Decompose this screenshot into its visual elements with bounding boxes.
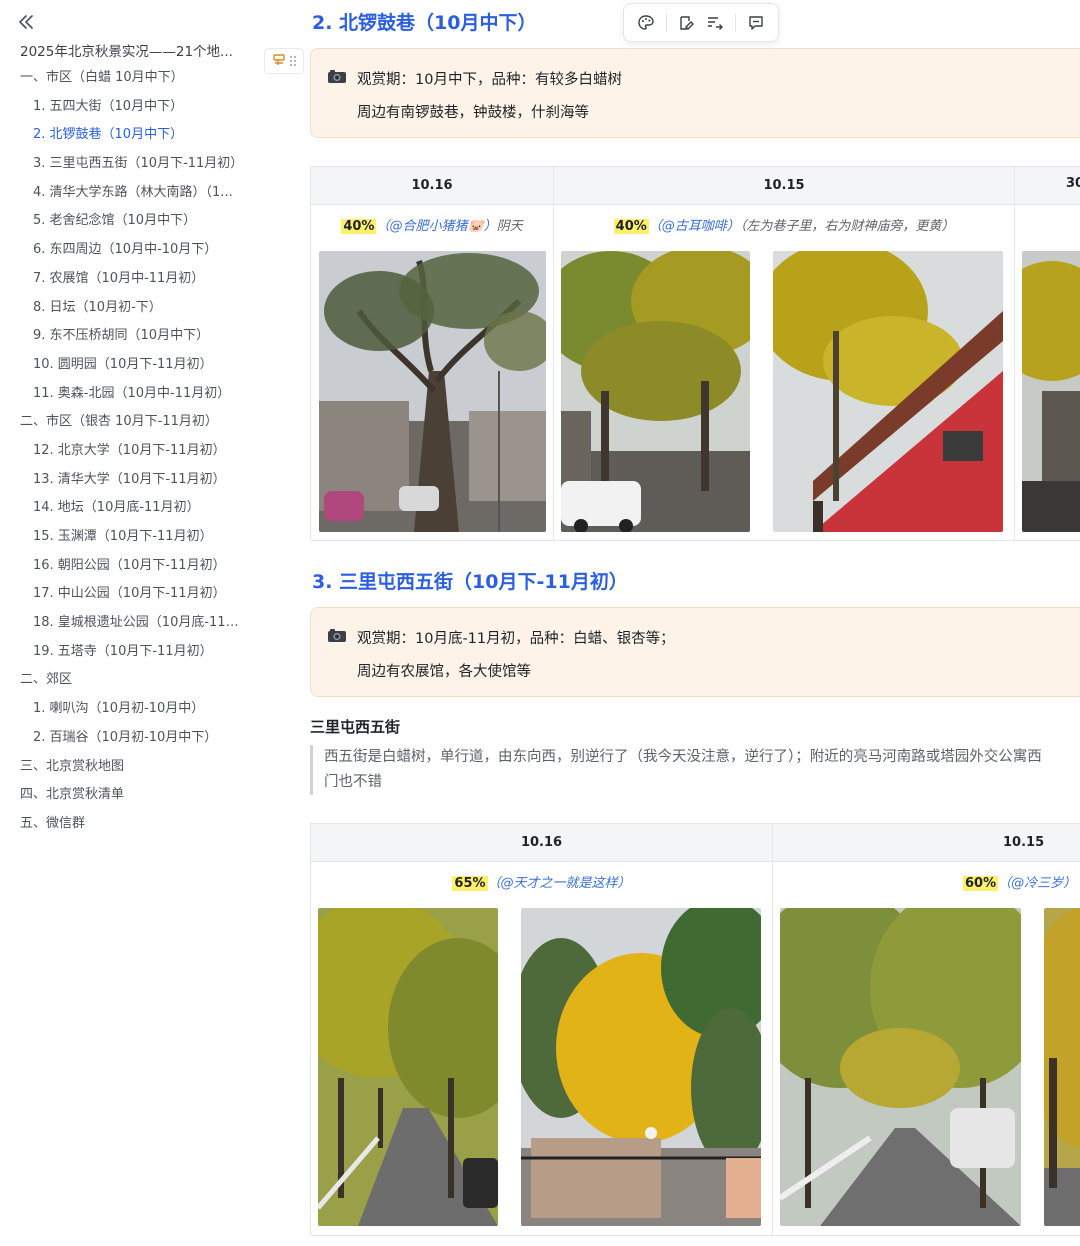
toc-item[interactable]: 18. 皇城根遗址公园（10月底-11月... [0, 609, 248, 638]
callout-line: 周边有农展馆，各大使馆等 [357, 664, 531, 680]
subheading: 三里屯西五街 [310, 718, 401, 736]
section-heading-2: 2. 北锣鼓巷（10月中下） [312, 12, 537, 34]
floating-toolbar [623, 3, 779, 42]
toc-item[interactable]: 9. 东不压桥胡同（10月中下） [0, 322, 248, 351]
photo-avenue-trees[interactable] [780, 908, 1021, 1226]
percentage-badge: 65% [452, 876, 488, 891]
percentage-badge: 60% [963, 876, 999, 891]
toc-item[interactable]: 2. 北锣鼓巷（10月中下） [0, 121, 248, 150]
text-format-icon[interactable] [701, 8, 729, 38]
palette-icon[interactable] [632, 8, 660, 38]
callout-line: 观赏期：10月底-11月初，品种：白蜡、银杏等； [357, 631, 675, 647]
callout-line: 观赏期：10月中下，品种：有较多白蜡树 [357, 72, 622, 88]
block-type-icon[interactable] [272, 52, 286, 71]
toc-item[interactable]: 4. 清华大学东路（林大南路）（1... [0, 179, 248, 208]
toc-item[interactable]: 四、北京赏秋清单 [0, 781, 245, 810]
toc-item[interactable]: 二、市区（银杏 10月下-11月初） [0, 408, 245, 437]
percentage-badge: 40% [341, 219, 377, 234]
toc-item[interactable]: 19. 五塔寺（10月下-11月初） [0, 638, 248, 667]
comment-icon[interactable] [742, 8, 770, 38]
table-cell: 60% （@冷三岁） [773, 862, 1080, 1236]
document-body: 2. 北锣鼓巷（10月中下） 观赏期：10月中下，品种：有较多白蜡树 周边有南锣… [310, 0, 1080, 1246]
outline-sidebar: 2025年北京秋景实况——21个地... 一、市区（白蜡 10月中下） 1. 五四… [0, 0, 262, 1246]
photo-caption: 40% （@古耳咖啡）（左为巷子里，右为财神庙旁，更黄） [554, 215, 1014, 234]
author-link[interactable]: （@古耳咖啡） [649, 219, 740, 234]
author-link[interactable]: （@合肥小猪猪🐷） [376, 219, 496, 234]
photo-partial[interactable] [1044, 908, 1080, 1226]
drag-handle-icon[interactable] [289, 52, 297, 71]
camera-icon [327, 628, 349, 644]
table-of-contents: 一、市区（白蜡 10月中下） 1. 五四大街（10月中下） 2. 北锣鼓巷（10月中… [0, 64, 262, 839]
table-cell [1015, 205, 1080, 541]
photo-tree-lined-road[interactable] [318, 908, 498, 1226]
table-header-partial: 30 [1066, 176, 1080, 191]
document-title[interactable]: 2025年北京秋景实况——21个地... [20, 40, 245, 60]
toc-item[interactable]: 12. 北京大学（10月下-11月初） [0, 437, 248, 466]
toc-item[interactable]: 10. 圆明园（10月下-11月初） [0, 351, 248, 380]
photo-partial[interactable] [1022, 251, 1080, 532]
toc-item[interactable]: 五、微信群 [0, 810, 245, 839]
toc-item[interactable]: 15. 玉渊潭（10月下-11月初） [0, 523, 248, 552]
toolbar-divider [666, 13, 667, 32]
photo-embassy-ginkgo[interactable] [521, 908, 761, 1226]
toc-item[interactable]: 三、北京赏秋地图 [0, 753, 245, 782]
photo-caption: 60% （@冷三岁） [773, 872, 1080, 891]
toc-item[interactable]: 5. 老舍纪念馆（10月中下） [0, 207, 248, 236]
photo-table: 10.16 10.15 40% （@合肥小猪猪🐷）阴天 40% （@古耳咖啡）（… [310, 166, 1080, 541]
toc-item[interactable]: 16. 朝阳公园（10月下-11月初） [0, 552, 248, 581]
toc-item[interactable]: 14. 地坛（10月底-11月初） [0, 494, 248, 523]
percentage-badge: 40% [613, 219, 649, 234]
quote-line: 门也不错 [324, 774, 382, 790]
toc-item[interactable]: 11. 奥森-北园（10月中-11月初） [0, 380, 248, 409]
toc-item[interactable]: 7. 农展馆（10月中-11月初） [0, 265, 248, 294]
edit-style-icon[interactable] [673, 8, 701, 38]
table-header-cell: 10.16 [311, 824, 773, 862]
toc-item[interactable]: 1. 喇叭沟（10月初-10月中） [0, 695, 248, 724]
photo-caption: 65% （@天才之一就是这样） [311, 872, 772, 891]
quote-line: 西五街是白蜡树，单行道，由东向西，别逆行了（我今天没注意，逆行了）；附近的亮马河… [324, 749, 1042, 765]
quote-block: 西五街是白蜡树，单行道，由东向西，别逆行了（我今天没注意，逆行了）；附近的亮马河… [310, 745, 1080, 795]
toc-item[interactable]: 3. 三里屯西五街（10月下-11月初） [0, 150, 248, 179]
photo-caption: 40% （@合肥小猪猪🐷）阴天 [311, 215, 553, 234]
photo-alley-yellow-trees[interactable] [561, 251, 750, 532]
callout-block: 观赏期：10月中下，品种：有较多白蜡树 周边有南锣鼓巷，钟鼓楼，什刹海等 [310, 48, 1080, 138]
author-link[interactable]: （@冷三岁） [998, 876, 1076, 891]
section-heading-3: 3. 三里屯西五街（10月下-11月初） [312, 571, 628, 593]
toc-item[interactable]: 一、市区（白蜡 10月中下） [0, 64, 245, 93]
table-cell: 40% （@古耳咖啡）（左为巷子里，右为财神庙旁，更黄） [554, 205, 1015, 541]
block-handle[interactable] [264, 48, 304, 74]
toc-item[interactable]: 6. 东四周边（10月中-10月下） [0, 236, 248, 265]
photo-red-wall-temple[interactable] [773, 251, 1003, 532]
table-header-cell: 10.16 [311, 167, 554, 205]
photo-table: 10.16 10.15 65% （@天才之一就是这样） 60% （@冷三岁） [310, 823, 1080, 1236]
toc-item[interactable]: 1. 五四大街（10月中下） [0, 93, 248, 122]
toc-item[interactable]: 8. 日坛（10月初-下） [0, 294, 248, 323]
caption-note: （左为巷子里，右为财神庙旁，更黄） [739, 219, 955, 234]
collapse-sidebar-icon[interactable] [14, 10, 38, 34]
toc-item[interactable]: 13. 清华大学（10月下-11月初） [0, 466, 248, 495]
toc-item[interactable]: 17. 中山公园（10月下-11月初） [0, 580, 248, 609]
callout-line: 周边有南锣鼓巷，钟鼓楼，什刹海等 [357, 105, 589, 121]
table-cell: 65% （@天才之一就是这样） [311, 862, 773, 1236]
caption-note: 阴天 [496, 219, 523, 234]
table-header-cell: 10.15 [773, 824, 1080, 862]
table-cell: 40% （@合肥小猪猪🐷）阴天 [311, 205, 554, 541]
table-header-cell: 10.15 [554, 167, 1015, 205]
toc-item[interactable]: 二、郊区 [0, 666, 245, 695]
toc-item[interactable]: 2. 百瑞谷（10月初-10月中下） [0, 724, 248, 753]
toolbar-divider [735, 13, 736, 32]
photo-hutong-old-tree[interactable] [319, 251, 546, 532]
author-link[interactable]: （@天才之一就是这样） [488, 876, 631, 891]
callout-block: 观赏期：10月底-11月初，品种：白蜡、银杏等； 周边有农展馆，各大使馆等 [310, 607, 1080, 697]
camera-icon [327, 69, 349, 85]
